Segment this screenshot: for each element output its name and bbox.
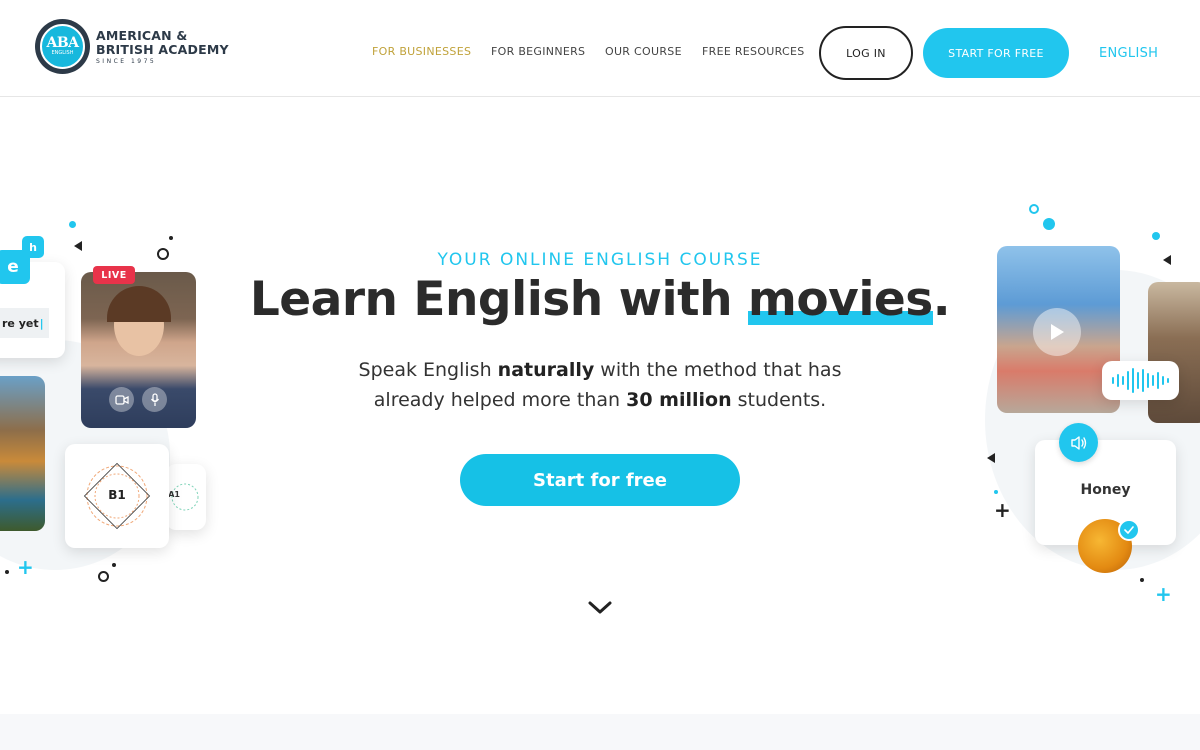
decor-triangle <box>1163 255 1171 265</box>
nav-for-beginners[interactable]: FOR BEGINNERS <box>491 45 585 58</box>
brand-since: SINCE 1975 <box>96 57 157 65</box>
language-selector[interactable]: ENGLISH <box>1099 46 1158 61</box>
decor-dot <box>169 236 173 240</box>
audio-wave-card <box>1102 361 1179 400</box>
subtitle-text: already helped more than <box>373 389 627 411</box>
headline-period: . <box>932 272 951 327</box>
headline-highlight: movies <box>747 272 933 327</box>
hero-start-button[interactable]: Start for free <box>460 454 740 506</box>
decor-dot <box>1152 232 1160 240</box>
headline-text: Learn English with <box>249 272 748 327</box>
decor-dot <box>69 221 76 228</box>
decor-dot <box>5 570 9 574</box>
audio-wave-icon <box>1112 368 1169 393</box>
decor-dot <box>112 563 116 567</box>
decor-dot <box>994 490 998 494</box>
level-card-small: A1 <box>166 464 206 530</box>
start-for-free-button[interactable]: START FOR FREE <box>923 28 1069 78</box>
subtitle-bold: 30 million <box>626 389 732 411</box>
next-section-band <box>0 714 1200 750</box>
chevron-down-icon[interactable] <box>586 598 614 616</box>
check-icon <box>1118 519 1140 541</box>
decor-plus: + <box>1155 582 1172 606</box>
bridge-photo <box>1148 282 1200 423</box>
decor-plus: + <box>17 555 34 579</box>
level-label: B1 <box>108 488 126 502</box>
login-button[interactable]: LOG IN <box>819 26 913 80</box>
nav-free-resources[interactable]: FREE RESOURCES <box>702 45 805 58</box>
play-icon[interactable] <box>1033 308 1081 356</box>
decor-dot <box>1043 218 1055 230</box>
subtitle-text: Speak English <box>358 359 498 381</box>
subtitle-text: with the method that has <box>594 359 842 381</box>
logo[interactable]: ABA ENGLISH AMERICAN & BRITISH ACADEMY S… <box>35 19 229 74</box>
subtitle-bold: naturally <box>497 359 595 381</box>
logo-sub: ENGLISH <box>51 50 74 56</box>
vocabulary-word: Honey <box>1080 482 1131 498</box>
logo-mark: ABA <box>46 35 79 51</box>
decor-triangle <box>987 453 995 463</box>
speaker-icon[interactable] <box>1059 423 1098 462</box>
headline-highlight-word: movies <box>747 272 933 327</box>
decor-ring <box>98 571 109 582</box>
site-header: ABA ENGLISH AMERICAN & BRITISH ACADEMY S… <box>0 0 1200 97</box>
subtitle-text: students. <box>731 389 827 411</box>
brand-name-line1: AMERICAN & <box>96 27 188 43</box>
nav-our-course[interactable]: OUR COURSE <box>605 45 682 58</box>
decor-ring <box>1029 204 1039 214</box>
decor-plus: + <box>994 498 1011 522</box>
nav-for-businesses[interactable]: FOR BUSINESSES <box>372 45 471 58</box>
logo-badge: ABA ENGLISH <box>35 19 90 74</box>
decor-dot <box>1140 578 1144 582</box>
brand-name-line2: BRITISH ACADEMY <box>96 41 229 57</box>
level-card: B1 <box>65 444 169 548</box>
